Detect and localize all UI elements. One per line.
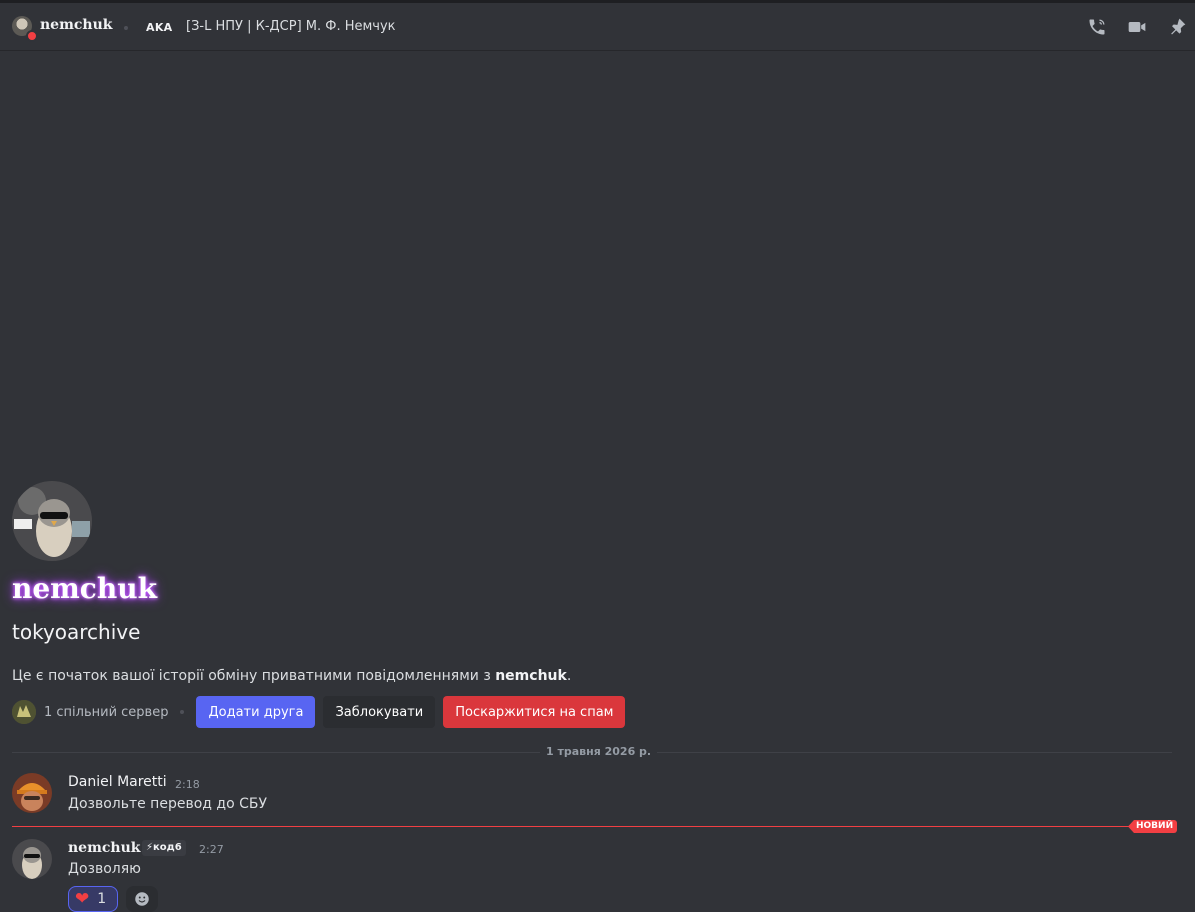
dm-intro-text: Це є початок вашої історії обміну приват… <box>12 668 572 684</box>
server-tag[interactable]: ⚡код6 <box>142 840 186 856</box>
header-username[interactable]: nemchuk <box>40 17 112 33</box>
aka-label: AKA <box>146 21 173 34</box>
smiley-icon <box>135 892 149 906</box>
mutual-server-icon[interactable] <box>12 700 36 724</box>
actions-separator-dot <box>180 710 185 714</box>
profile-avatar[interactable] <box>12 481 92 561</box>
phone-call-icon[interactable] <box>1087 17 1107 37</box>
message-content: Дозвольте перевод до СБУ <box>68 796 268 812</box>
heart-reaction[interactable]: ❤ 1 <box>68 886 118 912</box>
header-separator-dot <box>124 26 128 30</box>
message-author[interactable]: Daniel Maretti <box>68 774 167 790</box>
heart-icon: ❤ <box>75 889 90 909</box>
profile-actions: 1 спільний сервер Додати друга Заблокува… <box>12 696 633 728</box>
mutual-servers-link[interactable]: 1 спільний сервер <box>44 705 168 720</box>
message-timestamp: 2:18 <box>175 778 200 791</box>
status-dnd-icon <box>26 30 38 42</box>
header-nickname: [З-L НПУ | К-ДСР] М. Ф. Немчук <box>186 19 396 34</box>
report-spam-button[interactable]: Поскаржитися на спам <box>443 696 626 728</box>
new-messages-divider <box>12 826 1132 827</box>
add-friend-button[interactable]: Додати друга <box>196 696 316 728</box>
new-messages-badge: НОВИЙ <box>1128 820 1178 833</box>
pin-icon[interactable] <box>1167 17 1187 37</box>
profile-display-name: nemchuk <box>12 572 157 605</box>
date-divider-label: 1 травня 2026 р. <box>540 745 658 758</box>
block-button[interactable]: Заблокувати <box>323 696 436 728</box>
message-avatar[interactable] <box>12 839 52 879</box>
add-reaction-button[interactable] <box>126 886 158 912</box>
message-author[interactable]: nemchuk <box>68 840 140 856</box>
reaction-count: 1 <box>97 891 107 907</box>
video-call-icon[interactable] <box>1127 17 1147 37</box>
profile-username: tokyoarchive <box>12 620 141 644</box>
dm-header: nemchuk AKA [З-L НПУ | К-ДСР] М. Ф. Немч… <box>0 3 1195 51</box>
dm-intro-name: nemchuk <box>495 668 567 684</box>
message-timestamp: 2:27 <box>199 843 224 856</box>
message-avatar[interactable] <box>12 773 52 813</box>
message-content: Дозволяю <box>68 861 141 877</box>
